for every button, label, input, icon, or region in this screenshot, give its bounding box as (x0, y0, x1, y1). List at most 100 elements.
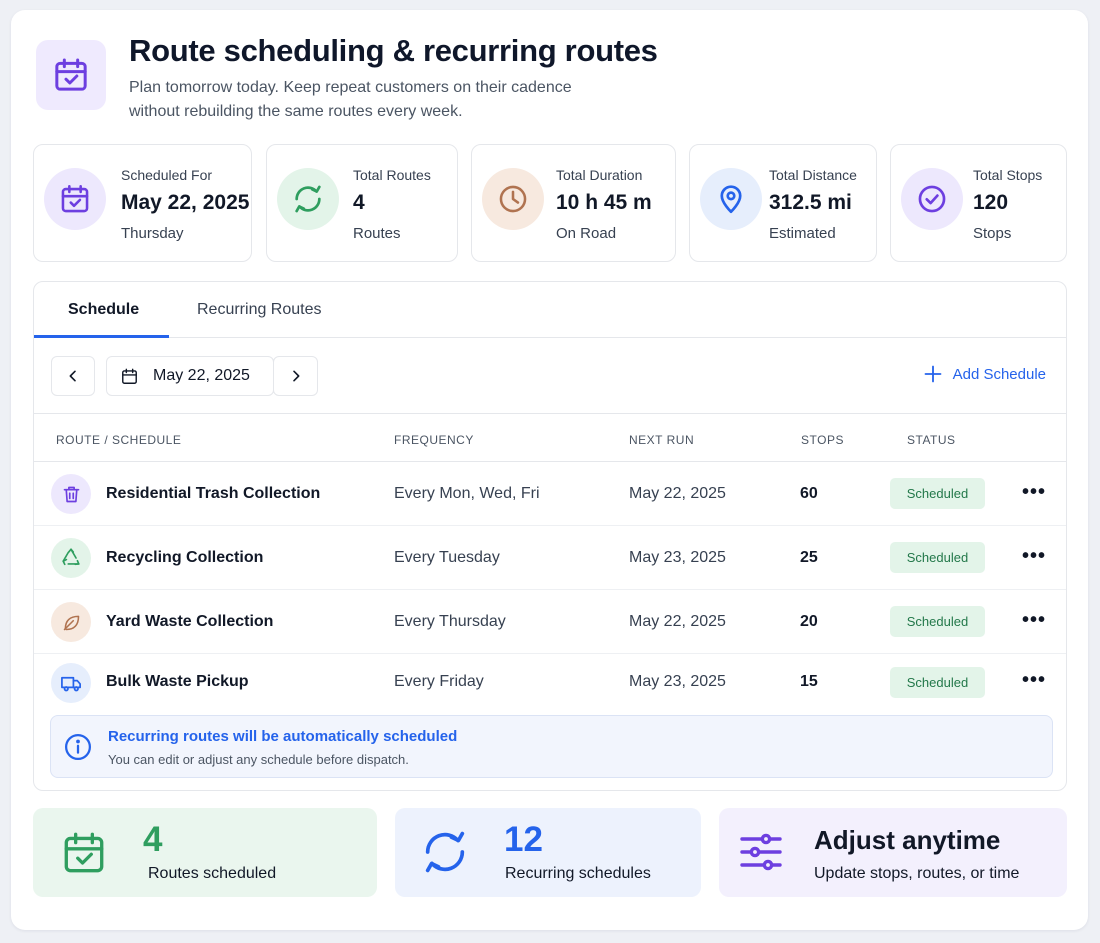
trash-icon (51, 474, 91, 514)
page-subtitle: Plan tomorrow today. Keep repeat custome… (129, 76, 609, 124)
column-header: FREQUENCY (394, 433, 474, 447)
stat-label: Total Routes (353, 167, 431, 183)
summary-value: 12 (504, 820, 543, 859)
stat-sub: Routes (353, 225, 401, 242)
table-row[interactable]: Recycling Collection Every Tuesday May 2… (34, 526, 1066, 590)
chevron-right-icon (292, 370, 299, 382)
calendar-check-icon (44, 168, 106, 230)
column-header: STOPS (801, 433, 844, 447)
plus-icon (924, 365, 942, 383)
info-title: Recurring routes will be automatically s… (108, 728, 458, 745)
tab-schedule[interactable]: Schedule (68, 301, 139, 319)
table-row[interactable]: Residential Trash Collection Every Mon, … (34, 462, 1066, 526)
more-options-icon[interactable]: ••• (1022, 669, 1046, 692)
tab-recurring-routes[interactable]: Recurring Routes (197, 301, 322, 319)
stat-value: 120 (973, 191, 1009, 214)
status-badge: Scheduled (890, 606, 985, 637)
summary-value: 4 (143, 820, 163, 859)
stat-value: May 22, 2025 (121, 191, 250, 214)
stat-sub: Stops (973, 225, 1012, 242)
add-schedule-button[interactable]: Add Schedule (923, 364, 1046, 384)
date-picker[interactable]: May 22, 2025 (106, 356, 274, 396)
route-name: Bulk Waste Pickup (106, 673, 249, 690)
stat-value: 312.5 mi (769, 191, 852, 214)
add-schedule-label: Add Schedule (952, 365, 1046, 383)
schedule-panel: Schedule Recurring Routes May 22, 2025 A… (33, 281, 1067, 791)
stat-label: Total Duration (556, 167, 643, 183)
status-badge: Scheduled (890, 478, 985, 509)
stat-label: Total Stops (973, 167, 1043, 183)
route-frequency: Every Tuesday (394, 549, 500, 566)
selected-date: May 22, 2025 (153, 367, 250, 384)
column-header: NEXT RUN (629, 433, 695, 447)
page-title: Route scheduling & recurring routes (129, 33, 658, 68)
table-row[interactable]: Yard Waste Collection Every Thursday May… (34, 590, 1066, 654)
stat-total-duration: Total Duration 10 h 45 m On Road (471, 144, 676, 262)
stat-sub: Thursday (121, 225, 184, 242)
next-date-button[interactable] (273, 356, 318, 396)
refresh-icon (277, 168, 339, 230)
route-frequency: Every Thursday (394, 613, 506, 630)
stat-total-stops: Total Stops 120 Stops (890, 144, 1067, 262)
route-stops: 20 (800, 613, 818, 630)
main-card: Route scheduling & recurring routes Plan… (11, 10, 1088, 930)
route-stops: 60 (800, 485, 818, 502)
summary-label: Routes scheduled (148, 865, 277, 882)
route-next-run: May 22, 2025 (629, 485, 726, 502)
active-tab-indicator (34, 335, 169, 338)
prev-date-button[interactable] (51, 356, 95, 396)
info-banner: Recurring routes will be automatically s… (50, 715, 1053, 778)
stat-scheduled-for: Scheduled For May 22, 2025 Thursday (33, 144, 252, 262)
route-name: Recycling Collection (106, 549, 264, 566)
summary-recurring-schedules: 12 Recurring schedules (395, 808, 701, 897)
stat-label: Total Distance (769, 167, 857, 183)
table-row[interactable]: Bulk Waste Pickup Every Friday May 23, 2… (34, 654, 1066, 714)
route-frequency: Every Friday (394, 673, 484, 690)
column-header: STATUS (907, 433, 956, 447)
route-name: Yard Waste Collection (106, 613, 274, 630)
map-pin-icon (700, 168, 762, 230)
chevron-left-icon (69, 370, 76, 382)
subtitle-line: without rebuilding the same routes every… (129, 103, 463, 120)
stat-total-routes: Total Routes 4 Routes (266, 144, 458, 262)
more-options-icon[interactable]: ••• (1022, 545, 1046, 568)
stat-total-distance: Total Distance 312.5 mi Estimated (689, 144, 877, 262)
info-subtitle: You can edit or adjust any schedule befo… (108, 752, 409, 767)
status-badge: Scheduled (890, 542, 985, 573)
table-header: ROUTE / SCHEDULE FREQUENCY NEXT RUN STOP… (34, 413, 1066, 462)
tab-bar: Schedule Recurring Routes (34, 282, 1066, 338)
recycle-icon (51, 538, 91, 578)
route-next-run: May 23, 2025 (629, 549, 726, 566)
summary-adjust-anytime: Adjust anytime Update stops, routes, or … (719, 808, 1067, 897)
calendar-check-icon (36, 40, 106, 110)
summary-routes-scheduled: 4 Routes scheduled (33, 808, 377, 897)
stat-value: 10 h 45 m (556, 191, 652, 214)
route-stops: 25 (800, 549, 818, 566)
truck-icon (51, 663, 91, 703)
check-circle-icon (901, 168, 963, 230)
status-badge: Scheduled (890, 667, 985, 698)
summary-label: Recurring schedules (505, 865, 651, 882)
summary-value: Adjust anytime (814, 825, 1001, 855)
info-icon (63, 732, 93, 767)
column-header: ROUTE / SCHEDULE (56, 433, 182, 447)
route-next-run: May 23, 2025 (629, 673, 726, 690)
route-name: Residential Trash Collection (106, 485, 321, 502)
more-options-icon[interactable]: ••• (1022, 481, 1046, 504)
route-frequency: Every Mon, Wed, Fri (394, 485, 540, 502)
stat-sub: Estimated (769, 225, 836, 242)
route-next-run: May 22, 2025 (629, 613, 726, 630)
stat-value: 4 (353, 191, 365, 214)
leaf-icon (51, 602, 91, 642)
more-options-icon[interactable]: ••• (1022, 609, 1046, 632)
sliders-icon (737, 828, 785, 881)
stat-sub: On Road (556, 225, 617, 242)
route-stops: 15 (800, 673, 818, 690)
subtitle-line: Plan tomorrow today. Keep repeat custome… (129, 79, 572, 96)
clock-icon (482, 168, 544, 230)
calendar-check-icon (59, 828, 109, 883)
calendar-icon (122, 368, 137, 384)
refresh-icon (419, 826, 471, 883)
summary-label: Update stops, routes, or time (814, 865, 1020, 882)
stat-label: Scheduled For (121, 167, 213, 183)
